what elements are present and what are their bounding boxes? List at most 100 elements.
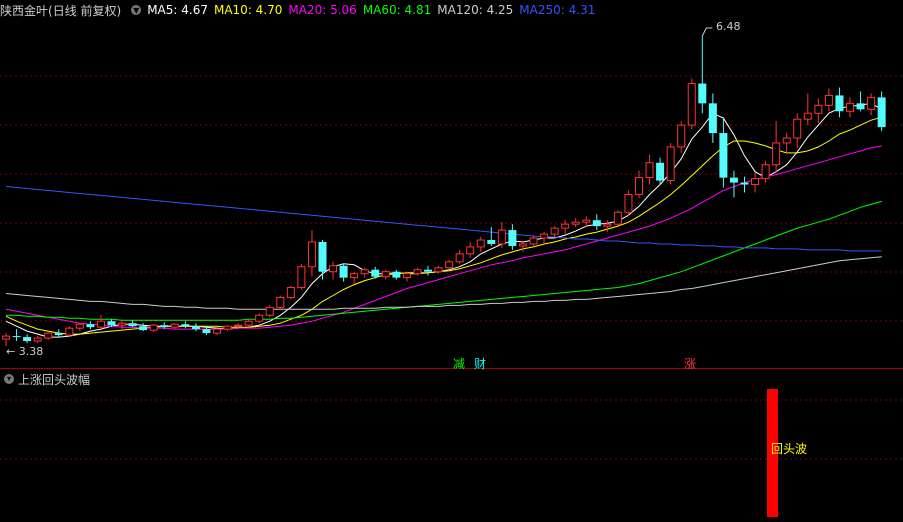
candle (149, 324, 158, 333)
candle-body (75, 323, 84, 329)
candle-body (2, 335, 10, 340)
candle-body (592, 220, 601, 227)
candle-body (392, 271, 401, 278)
candle-body (729, 177, 738, 183)
candle (455, 249, 464, 264)
candle-body (645, 162, 654, 179)
candle-body (307, 241, 316, 268)
candle (402, 271, 411, 282)
settings-icon[interactable]: ▾ (131, 4, 142, 16)
candle (656, 157, 665, 185)
ma-line-ma120 (5, 256, 882, 310)
candle (497, 222, 506, 248)
ma-legend-ma120: MA120: 4.25 (437, 3, 514, 17)
candle (339, 263, 348, 282)
marker-reduce[interactable]: 减 (453, 355, 465, 372)
candle-body (96, 320, 105, 328)
candle (413, 267, 422, 276)
candle-body (118, 322, 127, 326)
candle-body (107, 321, 116, 326)
candle-body (803, 112, 812, 120)
candle-body (23, 337, 32, 342)
candle (318, 240, 327, 280)
candle (508, 224, 517, 250)
candle-body (877, 97, 886, 128)
candle-body (708, 103, 717, 134)
candle (571, 218, 580, 228)
indicator-menu-icon[interactable]: ▾ (4, 374, 14, 384)
candle (445, 259, 454, 270)
candle (856, 91, 865, 112)
candle-body (128, 323, 137, 327)
moving-average-lines (5, 102, 882, 338)
candle-body (603, 223, 612, 227)
stock-name[interactable]: 陕西金叶 (0, 2, 48, 19)
marker-finance[interactable]: 财 (474, 355, 486, 372)
candle-body (846, 102, 854, 112)
candle-body (497, 229, 506, 245)
candle (740, 176, 749, 193)
candle-body (635, 177, 643, 195)
low-price-label: ← 3.38 (6, 345, 44, 358)
candle (392, 269, 401, 280)
candle-body (508, 230, 517, 246)
candle (772, 121, 781, 173)
candle-body (181, 324, 190, 327)
ma-line-ma5 (5, 102, 882, 338)
candle (350, 271, 359, 284)
marker-rise[interactable]: 涨 (684, 355, 696, 372)
candle-body (86, 324, 95, 328)
candle (139, 323, 148, 332)
candle-body (867, 96, 876, 110)
signal-label: 回头波 (771, 442, 808, 456)
candle-body (65, 327, 74, 336)
candle-body (371, 269, 380, 277)
candle (835, 87, 844, 118)
candle-body (824, 94, 833, 106)
candle-body (350, 273, 359, 279)
candle-body (719, 133, 728, 178)
candle-body (424, 269, 432, 272)
ma-legend-ma10: MA10: 4.70 (213, 3, 283, 17)
ma-legend-ma5: MA5: 4.67 (147, 3, 208, 17)
candle-body (286, 287, 295, 298)
candle-body (835, 95, 844, 112)
ma-line-ma20 (5, 145, 882, 330)
candle (329, 261, 338, 280)
candle-body (297, 266, 306, 289)
candle-body (540, 233, 549, 239)
chart-header: 陕西金叶 (日线 前复权) ▾ MA5: 4.67 MA10: 4.70 MA20:… (0, 2, 607, 18)
candle (466, 241, 475, 258)
candle (782, 133, 791, 153)
candle-body (191, 326, 200, 330)
candle (550, 226, 559, 239)
candle (118, 321, 127, 330)
candle (867, 93, 876, 116)
candle (624, 190, 633, 217)
candle-body (276, 296, 285, 308)
candle (761, 160, 770, 183)
candle-body (44, 332, 53, 339)
candle (44, 331, 53, 341)
high-price-label: 6.48 (716, 20, 741, 33)
candle (476, 237, 485, 252)
candle (381, 269, 390, 280)
candle-body (476, 239, 485, 248)
kline-chart[interactable] (0, 0, 903, 522)
candle (54, 329, 63, 338)
indicator-title[interactable]: 上涨回头波幅 (18, 371, 90, 388)
candle-body (213, 328, 221, 334)
candle (96, 315, 105, 330)
candle-body (445, 261, 454, 269)
candle (613, 210, 622, 227)
candle (729, 170, 738, 198)
candle-body (160, 325, 169, 328)
candle (592, 214, 601, 231)
candle-body (202, 329, 211, 334)
candle (424, 265, 432, 276)
candle-body (455, 253, 464, 263)
candle (297, 263, 306, 290)
candle (698, 36, 707, 114)
candle (276, 295, 285, 310)
candle-body (772, 142, 781, 166)
